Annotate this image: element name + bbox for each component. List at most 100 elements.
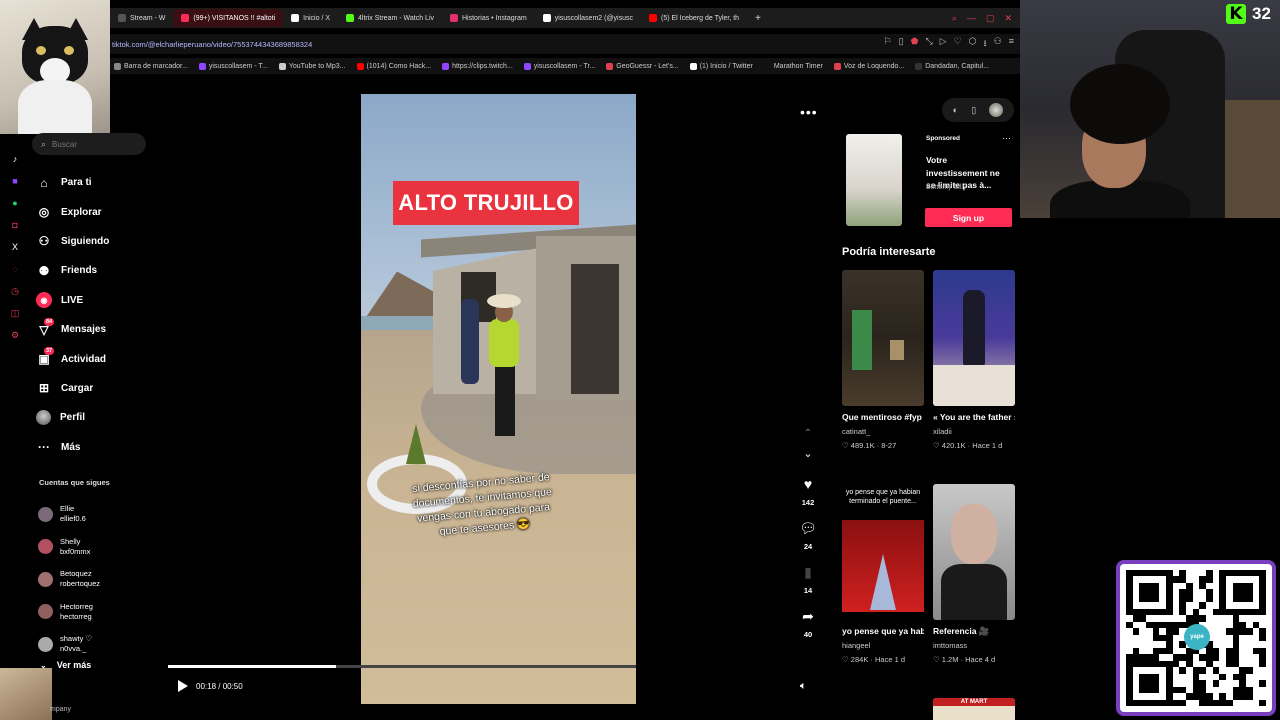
bookmark-item[interactable]: Voz de Loquendo... — [833, 62, 904, 70]
play-icon[interactable] — [178, 680, 188, 692]
ad-thumbnail[interactable] — [846, 134, 902, 226]
recommended-card[interactable]: « You are the father » cat edition... xi… — [933, 270, 1015, 452]
thumbnail-caption: yo pense que ya habian terminado el puen… — [845, 489, 921, 505]
like-icon[interactable]: ♥ — [804, 474, 812, 494]
tab-icon[interactable]: ▯ — [899, 36, 904, 52]
new-tab-button[interactable]: + — [747, 13, 769, 24]
card-author[interactable]: xiladii — [933, 425, 1015, 439]
extensions-icon[interactable]: ⬡ — [969, 36, 977, 52]
search-tabs-icon[interactable]: ⌕ — [952, 13, 957, 24]
user-avatar[interactable] — [989, 103, 1004, 117]
history-sidebar-icon[interactable]: ◌ — [10, 262, 20, 276]
close-window-button[interactable]: ✕ — [1004, 13, 1012, 24]
search-box[interactable]: ⌕ Buscar — [32, 133, 146, 155]
nav-item-explorar[interactable]: ◎ Explorar — [36, 197, 156, 226]
ad-more-icon[interactable]: ··· — [1002, 133, 1011, 143]
tiktok-sidebar-icon[interactable]: ♪ — [10, 152, 20, 166]
bookmark-item[interactable]: YouTube to Mp3... — [278, 62, 346, 70]
video-thumbnail[interactable] — [933, 484, 1015, 620]
recommended-card[interactable]: Que mentiroso #fyp #minecraf... catinatt… — [842, 270, 924, 452]
heart-icon[interactable]: ♡ — [954, 36, 962, 52]
card-author[interactable]: hiangeel — [842, 639, 924, 653]
nav-item-actividad[interactable]: ▣ 37 Actividad — [36, 344, 156, 373]
upload-icon: ⊞ — [38, 381, 50, 396]
browser-tab[interactable]: 4ltrix Stream - Watch Liv — [338, 9, 442, 27]
browser-tab[interactable]: yisuscollasem2 (@yisusc — [535, 9, 641, 27]
next-video-icon[interactable]: ⌄ — [803, 444, 812, 464]
comment-icon[interactable]: 💬︎ — [799, 518, 817, 538]
volume-icon[interactable]: 🔈︎ — [800, 680, 807, 693]
bookmark-item[interactable]: (1) Inicio / Twitter — [689, 62, 753, 70]
signup-button[interactable]: Sign up — [925, 208, 1012, 227]
video-more-icon[interactable]: ••• — [800, 104, 818, 120]
browser-tab[interactable]: Inicio / X — [283, 9, 338, 27]
nav-item-live[interactable]: ◉ LIVE — [36, 286, 156, 315]
browser-tab[interactable]: Historias • Instagram — [442, 9, 535, 27]
shield-icon[interactable]: ⬟ — [911, 36, 919, 52]
video-thumbnail[interactable] — [842, 270, 924, 406]
bookmark-item[interactable]: https://clips.twitch... — [442, 62, 513, 70]
recommended-card[interactable]: yo pense que ya habian terminado el puen… — [842, 484, 924, 666]
recommended-card[interactable]: Referencia 🎥 imttomass ♡ 1.2M · Hace 4 d — [933, 484, 1015, 666]
bookmark-item[interactable]: Dandadan, Capitul... — [915, 62, 989, 70]
menu-icon[interactable]: ≡ — [1009, 36, 1014, 52]
bookmark-item[interactable]: yisuscollasem - T... — [198, 62, 268, 70]
bookmark-item[interactable]: Marathon Timer — [763, 62, 823, 70]
company-link[interactable]: mpany — [50, 706, 71, 713]
video-progress-bar[interactable] — [168, 665, 636, 668]
video-thumbnail[interactable]: yo pense que ya habian terminado el puen… — [842, 484, 924, 620]
url-text[interactable]: tiktok.com/@elcharlieperuano/video/75537… — [112, 40, 312, 49]
following-account[interactable]: Ellie ellief0.6 — [38, 498, 148, 531]
recommended-card-partial[interactable]: AT MART — [933, 698, 1015, 720]
bag-sidebar-icon[interactable]: ◫ — [10, 306, 20, 320]
following-account[interactable]: shawty ♡ n0vva._ — [38, 628, 148, 661]
following-account[interactable]: Betoquez robertoquez — [38, 563, 148, 596]
search-input[interactable]: Buscar — [52, 140, 77, 149]
nav-item-friends[interactable]: ⚉ Friends — [36, 256, 156, 285]
nav-item-cargar[interactable]: ⊞ Cargar — [36, 374, 156, 403]
nav-item-m-s[interactable]: ··· Más — [36, 433, 156, 462]
browser-tab[interactable]: Stream - W — [110, 9, 173, 27]
browser-tab[interactable]: (99+) VISITANOS !! #altoti — [173, 9, 284, 27]
video-thumbnail[interactable] — [933, 270, 1015, 406]
address-bar[interactable]: tiktok.com/@elcharlieperuano/video/75537… — [110, 34, 1020, 54]
settings-sidebar-icon[interactable]: ⚙ — [10, 328, 20, 342]
card-author[interactable]: imttomass — [933, 639, 1015, 653]
prev-video-icon[interactable]: ⌃ — [804, 424, 812, 444]
minimize-button[interactable]: — — [967, 13, 976, 24]
bookmark-item[interactable]: Barra de marcador... — [114, 62, 188, 70]
phone-icon[interactable]: ▯ — [971, 105, 976, 116]
video-player[interactable]: ALTO TRUJILLO si desconfías por no saber… — [361, 94, 636, 704]
bookmark-icon[interactable]: ▮ — [804, 562, 812, 582]
whatsapp-sidebar-icon[interactable]: ● — [10, 196, 20, 210]
x-sidebar-icon[interactable]: X — [10, 240, 20, 254]
bookmark-label: (1014) Como Hack... — [366, 62, 432, 70]
bookmark-label: yisuscollasem - T... — [208, 62, 268, 70]
following-account[interactable]: Shelly bxf0mmx — [38, 531, 148, 564]
bookmark-favicon-icon — [915, 62, 923, 70]
bookmark-item[interactable]: GeoGuessr - Let's... — [606, 62, 679, 70]
clock-sidebar-icon[interactable]: ◷ — [10, 284, 20, 298]
nav-item-mensajes[interactable]: ▽ 84 Mensajes — [36, 315, 156, 344]
card-author[interactable]: catinatt_ — [842, 425, 924, 439]
bookmark-star-icon[interactable]: ⚐ — [884, 36, 892, 52]
nav-item-perfil[interactable]: Perfil — [36, 403, 156, 432]
share-icon[interactable]: ➦ — [802, 606, 814, 626]
following-account[interactable]: Hectorreg hectorreg — [38, 596, 148, 629]
maximize-button[interactable]: ▢ — [986, 13, 995, 24]
twitch-sidebar-icon[interactable]: ■ — [10, 174, 20, 188]
live-icon: ◉ — [36, 292, 52, 309]
translate-icon[interactable]: ⤡ — [925, 36, 932, 52]
bookmark-item[interactable]: yisuscollasem - Tr... — [523, 62, 595, 70]
profile-icon[interactable]: ⚇ — [994, 36, 1002, 52]
nav-item-para-ti[interactable]: ⌂ Para ti — [36, 168, 156, 197]
instagram-sidebar-icon[interactable]: ◘ — [10, 218, 20, 232]
coin-icon[interactable]: ◐ — [953, 105, 958, 115]
bookmark-item[interactable]: (1014) Como Hack... — [356, 62, 432, 70]
tab-label: Inicio / X — [303, 14, 331, 22]
video-actions: ⌃ ⌄ ♥ 142 💬︎ 24 ▮ 14 ➦ 40 — [795, 424, 821, 650]
nav-item-siguiendo[interactable]: ⚇ Siguiendo — [36, 227, 156, 256]
download-icon[interactable]: ⭳ — [984, 36, 987, 52]
media-play-icon[interactable]: ▷ — [940, 36, 947, 52]
browser-tab[interactable]: (5) El Iceberg de Tyler, th — [641, 9, 747, 27]
